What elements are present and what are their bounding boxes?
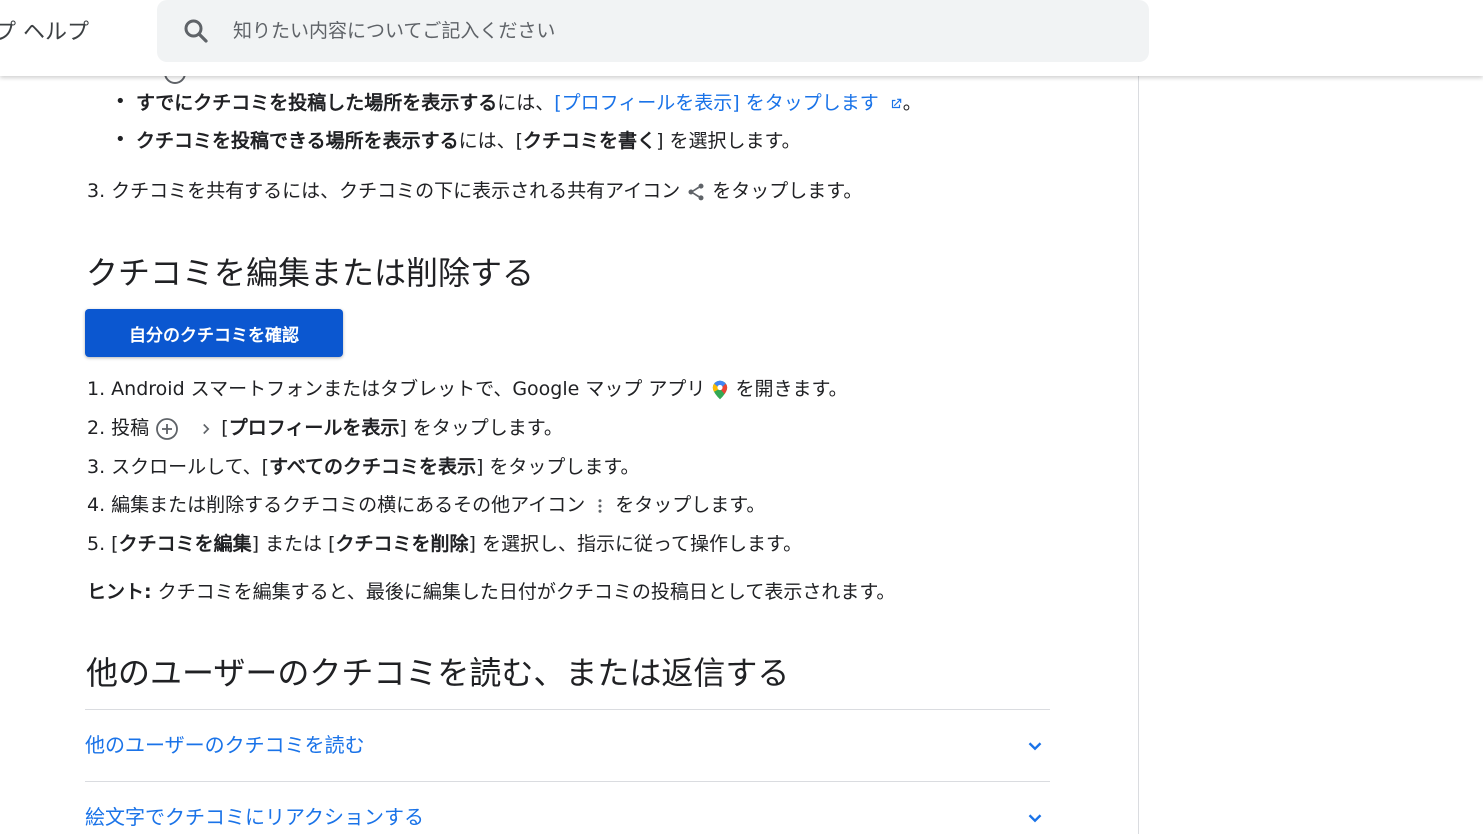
step-3: 3. スクロールして、[すべてのクチコミを表示] をタップします。 [87,456,640,478]
step-5: 5. [クチコミを編集] または [クチコミを削除] を選択し、指示に従って操作… [87,533,803,555]
view-my-reviews-button[interactable]: 自分のクチコミを確認 [85,309,343,357]
chevron-down-icon[interactable] [1024,807,1046,829]
google-maps-icon [713,380,728,399]
accordion-read-reviews[interactable]: 他のユーザーのクチコミを読む [85,709,1050,779]
step-share-review: 3. クチコミを共有するには、クチコミの下に表示される共有アイコン をタップしま… [87,180,863,202]
search-bar[interactable] [157,0,1149,62]
external-link-icon [891,98,902,108]
share-icon [688,183,704,200]
step-4: 4. 編集または削除するクチコミの横にあるその他アイコン をタップします。 [87,494,766,516]
add-circle-icon [156,417,179,440]
right-sidebar [1140,76,1483,834]
hint-label: ヒント: [87,581,152,603]
bullet-bold: すでにクチコミを投稿した場所を表示する [136,92,498,114]
article-content: • すでにクチコミを投稿した場所を表示するには、[プロフィールを表示] をタップ… [0,76,1139,834]
accordion-emoji-reaction[interactable]: 絵文字でクチコミにリアクションする [85,781,1050,834]
search-icon[interactable] [181,16,211,46]
chevron-down-icon[interactable] [1024,735,1046,757]
bullet-item-view-posted: すでにクチコミを投稿した場所を表示するには、[プロフィールを表示] をタップしま… [136,92,922,114]
brand-title[interactable]: プ ヘルプ [0,14,89,46]
section-title-read-reply: 他のユーザーのクチコミを読む、または返信する [86,654,790,692]
accordion-label[interactable]: 絵文字でクチコミにリアクションする [85,801,424,830]
more-vert-icon [598,498,602,513]
step-1: 1. Android スマートフォンまたはタブレットで、Google マップ ア… [87,378,848,400]
top-header: プ ヘルプ [0,0,1483,76]
bullet-dot: • [115,129,126,150]
hint-note: ヒント: クチコミを編集すると、最後に編集した日付がクチコミの投稿日として表示さ… [87,581,896,603]
accordion-label[interactable]: 他のユーザーのクチコミを読む [85,729,365,758]
chevron-right-icon [203,423,210,434]
search-input[interactable] [233,0,1113,62]
section-title-edit-delete: クチコミを編集または削除する [86,254,535,292]
bullet-item-can-post: クチコミを投稿できる場所を表示するには、[クチコミを書く] を選択します。 [136,130,801,152]
step-2: 2. 投稿 [プロフィールを表示] をタップします。 [87,417,563,440]
bullet-dot: • [115,91,126,112]
cut-off-circle-icon [164,76,186,84]
view-profile-link[interactable]: [プロフィールを表示] をタップします [554,92,903,114]
